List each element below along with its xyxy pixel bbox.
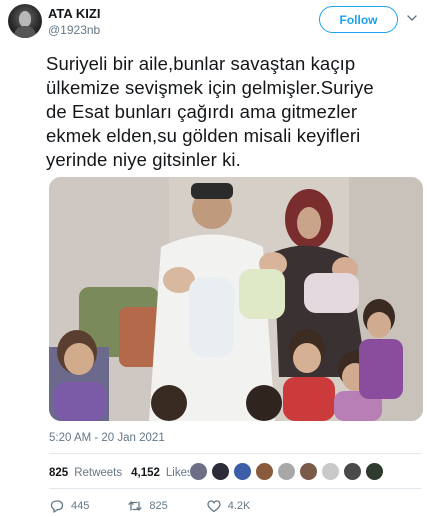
reply-button[interactable]: 445 [49,498,89,514]
retweets-count[interactable]: 825 [49,467,68,479]
tweet-header: ATA KIZI @1923nb Follow [8,4,419,42]
avatar[interactable] [8,4,42,38]
retweet-count: 825 [149,500,168,512]
reply-icon [50,500,64,513]
tweet-line: Suriyeli bir aile,bunlar savaştan kaçıp [46,53,356,74]
retweet-icon [128,501,143,511]
heart-icon [207,500,221,513]
tweet-timestamp[interactable]: 5:20 AM - 20 Jan 2021 [49,432,165,444]
liker-avatar[interactable] [299,462,318,481]
liker-avatar[interactable] [211,462,230,481]
tweet-photo[interactable] [49,177,423,421]
follow-button[interactable]: Follow [319,6,398,33]
liker-avatar[interactable] [321,462,340,481]
liker-avatar[interactable] [343,462,362,481]
reply-count: 445 [71,500,90,512]
retweet-button[interactable]: 825 [127,498,168,514]
tweet-line: ülkemize sevişmek için gelmişler.Suriye [46,77,374,98]
liker-avatar[interactable] [365,462,384,481]
like-count: 4.2K [227,500,251,512]
liker-avatar[interactable] [277,462,296,481]
tweet-line: de Esat bunları çağırdı ama gitmezler [46,101,358,122]
tweet-text: Suriyeli bir aile,bunlar savaştan kaçıp … [46,52,421,172]
tweet-line: ekmek elden,su gölden misali keyifleri [46,125,361,146]
liker-avatar[interactable] [189,462,208,481]
avatar-body [14,26,36,38]
display-name[interactable]: ATA KIZI [48,6,100,21]
retweets-label[interactable]: Retweets [74,467,122,479]
like-button[interactable]: 4.2K [206,498,251,514]
liker-avatar[interactable] [233,462,252,481]
divider [49,453,421,454]
tweet-line: yerinde niye gitsinler ki. [46,149,241,170]
divider [49,488,421,489]
family-photo [49,177,423,421]
chevron-down-icon[interactable] [405,11,419,25]
avatar-face [19,11,31,27]
tweet-actions: 445 825 4.2K [49,496,250,516]
likes-count[interactable]: 4,152 [131,467,160,479]
tweet-stats: 825 Retweets 4,152 Likes [49,463,193,483]
user-handle[interactable]: @1923nb [48,23,100,37]
liker-avatars [189,462,384,481]
liker-avatar[interactable] [255,462,274,481]
